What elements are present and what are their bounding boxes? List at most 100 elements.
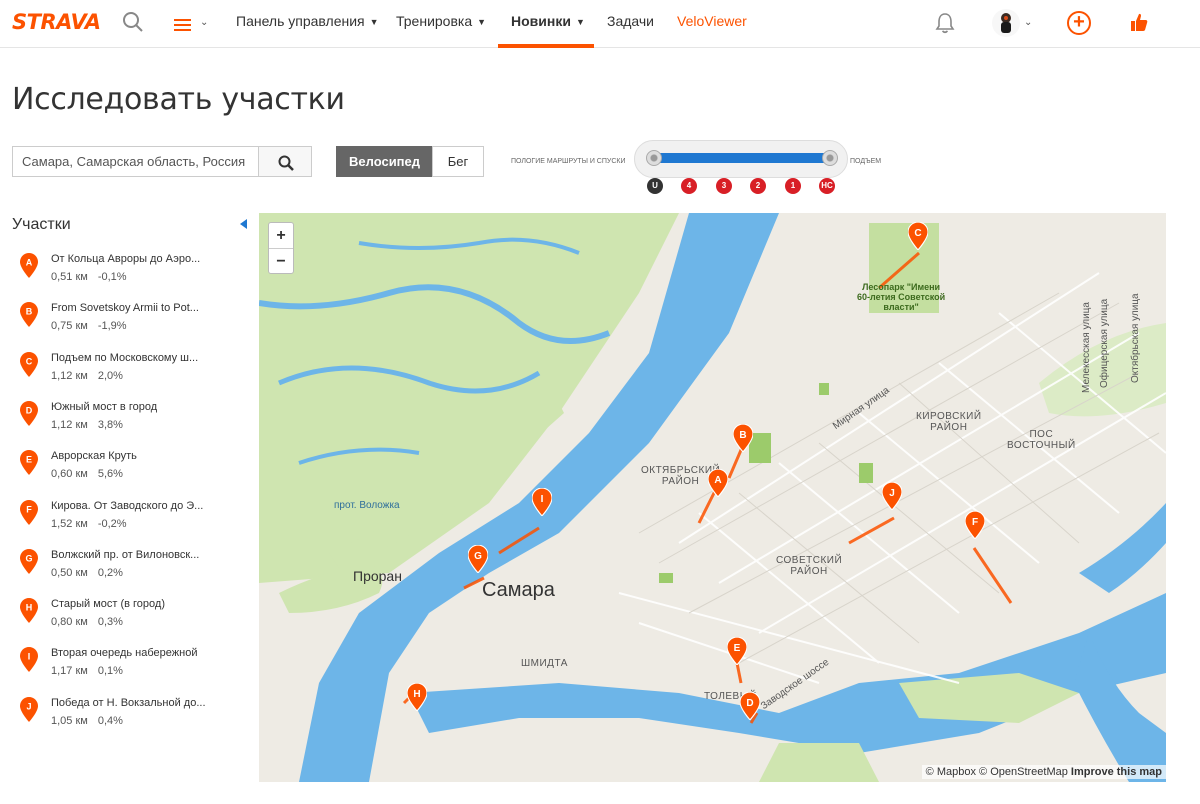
segment-list-item[interactable]: D Южный мост в город 1,12 км 3,8% bbox=[18, 400, 218, 445]
map-pin-icon: I bbox=[531, 487, 553, 517]
svg-text:I: I bbox=[28, 652, 31, 662]
segment-grade: 0,1% bbox=[97, 665, 123, 678]
map-label-street: Офицерская улица bbox=[1099, 298, 1110, 388]
map-pin-icon: D bbox=[739, 691, 761, 721]
segment-distance: 0,51 км bbox=[51, 271, 88, 283]
segment-name[interactable]: From Sovetskoy Armii to Pot... bbox=[51, 302, 199, 314]
search-icon[interactable] bbox=[122, 11, 144, 33]
segment-name[interactable]: От Кольца Авроры до Аэро... bbox=[51, 253, 200, 265]
map-label-city: Самара bbox=[482, 579, 555, 601]
segment-grade: 0,2% bbox=[97, 566, 123, 579]
map-segment-pin[interactable]: H bbox=[406, 682, 428, 716]
zoom-in-button[interactable]: + bbox=[269, 223, 293, 248]
chevron-down-icon[interactable]: ⌄ bbox=[1024, 17, 1032, 28]
segment-name[interactable]: Старый мост (в город) bbox=[51, 598, 165, 610]
strava-logo[interactable]: STRAVA bbox=[12, 10, 101, 34]
map-segment-pin[interactable]: I bbox=[531, 487, 553, 521]
svg-text:C: C bbox=[914, 228, 921, 239]
improve-map-link[interactable]: Improve this map bbox=[1071, 766, 1162, 778]
segment-list-item[interactable]: G Волжский пр. от Вилоновск... 0,50 км 0,2% bbox=[18, 548, 218, 593]
segment-stats: 1,12 км 2,0% bbox=[51, 370, 133, 382]
map-label-district: ПОС ВОСТОЧНЫЙ bbox=[1007, 429, 1076, 451]
nav-dashboard-label: Панель управления bbox=[236, 13, 365, 29]
map-label-street: Мелекесская улица bbox=[1081, 302, 1092, 393]
svg-text:C: C bbox=[26, 356, 33, 366]
climb-filter-min-handle[interactable] bbox=[646, 150, 662, 166]
add-activity-button[interactable]: + bbox=[1067, 11, 1091, 35]
segment-distance: 1,12 км bbox=[51, 369, 88, 382]
search-button[interactable] bbox=[258, 146, 312, 177]
map-attribution: © Mapbox © OpenStreetMap Improve this ma… bbox=[921, 765, 1166, 779]
nav-veloviewer[interactable]: VeloViewer bbox=[677, 13, 747, 29]
sport-toggle-run[interactable]: Бег bbox=[432, 146, 484, 177]
map-segment-pin[interactable]: D bbox=[739, 691, 761, 725]
map[interactable]: Проран Самара прот. Воложка Лесопарк "Им… bbox=[259, 213, 1166, 782]
segment-distance: 1,05 км bbox=[51, 714, 88, 727]
segment-name[interactable]: Подъем по Московскому ш... bbox=[51, 352, 198, 364]
svg-text:E: E bbox=[734, 643, 741, 654]
segment-name[interactable]: Южный мост в город bbox=[51, 401, 157, 413]
segment-grade: -0,1% bbox=[97, 271, 127, 283]
segment-list-item[interactable]: A От Кольца Авроры до Аэро... 0,51 км -0,1% bbox=[18, 253, 218, 297]
segment-list-item[interactable]: H Старый мост (в город) 0,80 км 0,3% bbox=[18, 598, 218, 642]
map-label-park-line: Лесопарк "Имени bbox=[862, 282, 941, 292]
nav-explore[interactable]: Новинки ▼ bbox=[511, 13, 585, 29]
segment-stats: 1,17 км 0,1% bbox=[51, 665, 133, 677]
segment-marker-icon: A bbox=[20, 253, 38, 278]
nav-dashboard[interactable]: Панель управления ▼ bbox=[236, 13, 379, 29]
segment-list-item[interactable]: J Победа от Н. Вокзальной до... 1,05 км 0,4… bbox=[18, 696, 218, 741]
thumbs-up-icon[interactable] bbox=[1130, 12, 1148, 32]
map-label-park: Лесопарк "Имени 60-летия Советской власт… bbox=[857, 282, 945, 312]
map-segment-pin[interactable]: B bbox=[732, 423, 754, 457]
segment-list-item[interactable]: E Аврорская Круть 0,60 км 5,6% bbox=[18, 450, 218, 494]
map-segment-pin[interactable]: E bbox=[726, 636, 748, 670]
segment-grade: 3,8% bbox=[97, 418, 123, 431]
collapse-sidebar-icon[interactable] bbox=[240, 219, 247, 229]
map-segment-pin[interactable]: G bbox=[467, 544, 489, 578]
map-label-park-line: власти" bbox=[883, 302, 919, 312]
segment-list-item[interactable]: I Вторая очередь набережной 1,17 км 0,1% bbox=[18, 647, 218, 691]
segment-stats: 0,51 км -0,1% bbox=[51, 271, 137, 283]
segment-name[interactable]: Вторая очередь набережной bbox=[51, 647, 197, 659]
segment-list-item[interactable]: F Кирова. От Заводского до Э... 1,52 км -0,… bbox=[18, 499, 218, 544]
climb-category-badge: 3 bbox=[716, 178, 732, 194]
climb-category-badge: 1 bbox=[785, 178, 801, 194]
map-segment-pin[interactable]: J bbox=[881, 481, 903, 515]
segment-marker-icon: D bbox=[20, 400, 38, 426]
sport-toggle-bike[interactable]: Велосипед bbox=[336, 146, 433, 177]
bell-icon[interactable] bbox=[935, 12, 955, 34]
hamburger-menu-button[interactable]: ⌄ bbox=[174, 15, 214, 35]
segment-stats: 1,12 км 3,8% bbox=[51, 419, 133, 431]
segment-stats: 1,05 км 0,4% bbox=[51, 715, 133, 727]
osm-link[interactable]: © OpenStreetMap bbox=[979, 766, 1068, 778]
climb-filter-left-label: пологие маршруты и спуски bbox=[511, 158, 626, 165]
top-nav: STRAVA ⌄ Панель управления ▼ Тренировка ▼ … bbox=[0, 0, 1200, 48]
svg-text:B: B bbox=[26, 307, 33, 317]
location-search-input[interactable] bbox=[12, 146, 259, 177]
segment-name[interactable]: Победа от Н. Вокзальной до... bbox=[51, 697, 206, 709]
climb-category-badge: 4 bbox=[681, 178, 697, 194]
segments-list-title: Участки bbox=[12, 216, 71, 233]
climb-filter-max-handle[interactable] bbox=[822, 150, 838, 166]
nav-training[interactable]: Тренировка ▼ bbox=[396, 13, 486, 29]
map-pin-icon: J bbox=[881, 481, 903, 511]
segment-name[interactable]: Аврорская Круть bbox=[51, 450, 137, 462]
map-segment-pin[interactable]: F bbox=[964, 510, 986, 544]
avatar[interactable] bbox=[992, 9, 1020, 37]
segment-stats: 0,80 км 0,3% bbox=[51, 616, 133, 628]
map-label-shmidta: ШМИДТА bbox=[521, 658, 568, 669]
chevron-down-icon: ▼ bbox=[575, 17, 585, 27]
segment-list-item[interactable]: C Подъем по Московскому ш... 1,12 км 2,0% bbox=[18, 351, 218, 396]
map-segment-pin[interactable]: C bbox=[907, 221, 929, 255]
nav-challenges[interactable]: Задачи bbox=[607, 13, 654, 29]
segment-list-item[interactable]: B From Sovetskoy Armii to Pot... 0,75 км -1… bbox=[18, 302, 218, 346]
map-label-district: КИРОВСКИЙ РАЙОН bbox=[916, 411, 982, 433]
segment-name[interactable]: Волжский пр. от Вилоновск... bbox=[51, 549, 199, 561]
map-label-district-line: РАЙОН bbox=[790, 566, 828, 577]
zoom-out-button[interactable]: − bbox=[269, 248, 293, 273]
map-segment-pin[interactable]: A bbox=[707, 468, 729, 502]
mapbox-link[interactable]: © Mapbox bbox=[926, 766, 976, 778]
segment-name[interactable]: Кирова. От Заводского до Э... bbox=[51, 500, 203, 512]
segment-distance: 1,12 км bbox=[51, 418, 88, 431]
svg-text:F: F bbox=[972, 517, 978, 528]
